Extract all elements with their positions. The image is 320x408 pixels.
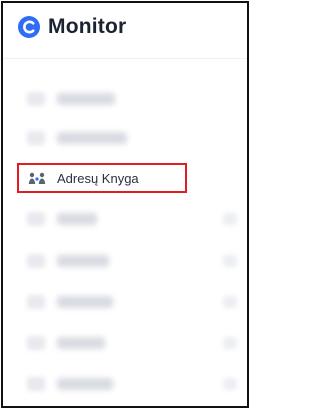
address-book-icon <box>28 172 46 184</box>
obscured-badge <box>223 255 237 267</box>
obscured-label <box>57 296 113 308</box>
sidebar-item-obscured[interactable] <box>13 326 243 360</box>
obscured-icon <box>27 336 45 350</box>
sidebar-panel: Monitor Adresų Knyga <box>1 1 249 408</box>
app-name: Monitor <box>48 15 127 38</box>
obscured-icon <box>27 92 45 106</box>
sidebar-item-obscured[interactable] <box>13 202 243 236</box>
obscured-icon <box>27 131 45 145</box>
obscured-icon <box>27 212 45 226</box>
obscured-label <box>57 132 127 144</box>
obscured-badge <box>223 213 237 225</box>
obscured-badge <box>223 337 237 349</box>
obscured-label <box>57 337 105 349</box>
obscured-icon <box>27 254 45 268</box>
obscured-label <box>57 213 97 225</box>
obscured-badge <box>223 378 237 390</box>
header-divider <box>3 58 247 59</box>
sidebar-item-obscured[interactable] <box>13 82 243 116</box>
obscured-label <box>57 378 113 390</box>
app-brand[interactable]: Monitor <box>18 14 126 40</box>
obscured-badge <box>223 296 237 308</box>
obscured-label <box>57 93 115 105</box>
sidebar-item-address-book[interactable]: Adresų Knyga <box>17 163 187 193</box>
sidebar-item-obscured[interactable] <box>13 367 243 401</box>
obscured-icon <box>27 295 45 309</box>
sidebar-item-obscured[interactable] <box>13 244 243 278</box>
sidebar-item-label: Adresų Knyga <box>57 170 139 186</box>
sidebar-item-obscured[interactable] <box>13 285 243 319</box>
obscured-label <box>57 255 109 267</box>
monitor-logo-icon <box>18 16 40 38</box>
sidebar-item-obscured[interactable] <box>13 121 243 155</box>
obscured-icon <box>27 377 45 391</box>
